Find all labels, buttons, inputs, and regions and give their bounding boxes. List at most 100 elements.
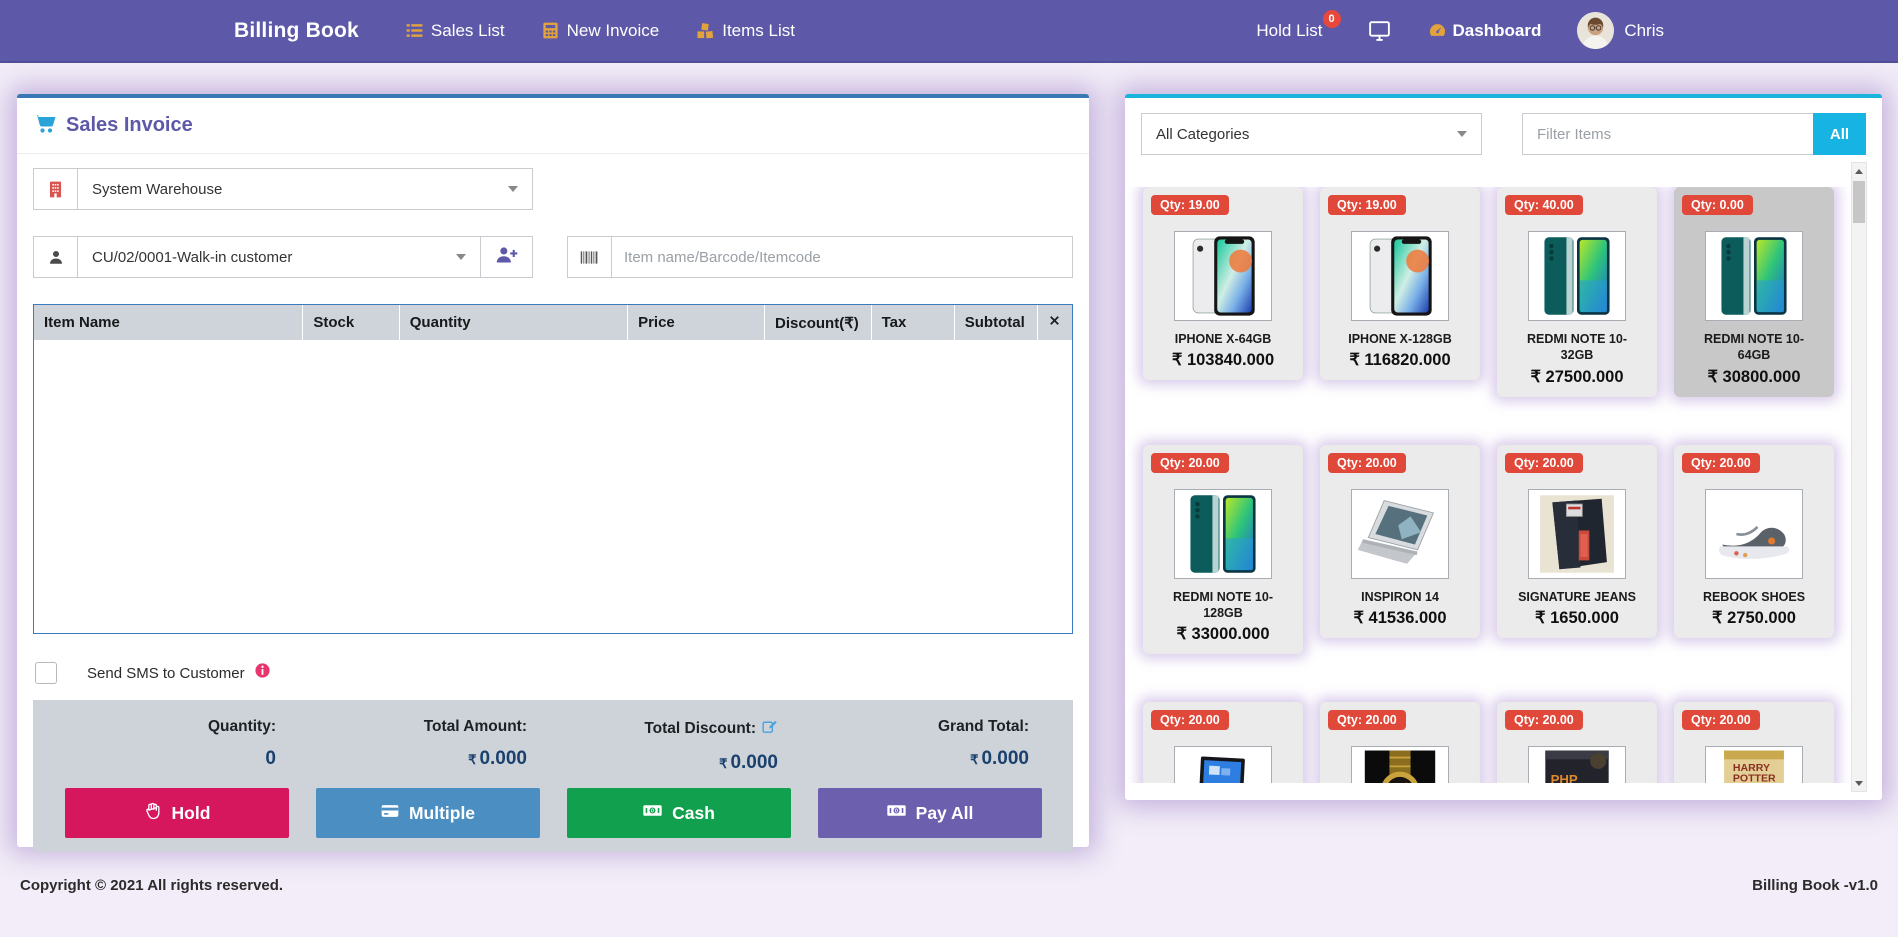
total-discount-label: Total Discount:	[644, 718, 778, 740]
products-grid: Qty: 19.00 IPHONE X-64GB ₹ 103840.000 Qty: …	[1125, 187, 1882, 783]
product-name: REDMI NOTE 10-128GB	[1149, 589, 1297, 622]
product-price: ₹ 27500.000	[1503, 367, 1651, 387]
money-bill-icon: 0	[642, 800, 663, 826]
product-card[interactable]: Qty: 20.00HARRYPOTTER	[1674, 702, 1834, 783]
svg-text:POTTER: POTTER	[1733, 772, 1776, 783]
multiple-button[interactable]: Multiple	[316, 788, 540, 838]
nav-item-items-list[interactable]: Items List	[695, 21, 795, 41]
user-plus-icon	[495, 243, 518, 271]
hand-icon	[143, 801, 163, 826]
gauge-icon	[1428, 21, 1447, 40]
warehouse-select-value: System Warehouse	[78, 181, 508, 198]
column-header: Tax	[871, 305, 954, 340]
chevron-down-icon	[508, 186, 518, 192]
product-name: REBOOK SHOES	[1680, 589, 1828, 605]
column-header: Quantity	[399, 305, 627, 340]
customer-select-value: CU/02/0001-Walk-in customer	[78, 249, 456, 266]
chevron-down-icon	[456, 254, 466, 260]
svg-text:0: 0	[895, 808, 898, 814]
product-name: IPHONE X-64GB	[1149, 331, 1297, 347]
product-card[interactable]: Qty: 20.00SIGNATURE JEANS₹ 1650.000	[1497, 445, 1657, 638]
customer-select[interactable]: CU/02/0001-Walk-in customer	[33, 236, 533, 278]
qty-badge: Qty: 19.00	[1328, 195, 1406, 215]
product-image	[1351, 489, 1449, 579]
nav-user-menu[interactable]: Chris	[1577, 12, 1664, 49]
all-filter-button[interactable]: All	[1813, 113, 1866, 155]
grand-total-value: ₹0.000	[804, 748, 1029, 770]
sales-invoice-panel: Sales Invoice System Warehouse CU/02/000…	[17, 94, 1089, 847]
user-name: Chris	[1624, 21, 1664, 41]
svg-text:0: 0	[651, 808, 654, 814]
nav-item-sales-list[interactable]: Sales List	[405, 21, 505, 41]
nav-item-new-invoice[interactable]: New Invoice	[541, 21, 660, 41]
pay-all-button[interactable]: 0Pay All	[818, 788, 1042, 838]
hold-list-label: Hold List	[1256, 21, 1322, 40]
info-icon[interactable]	[254, 662, 271, 684]
product-card[interactable]: Qty: 20.00 PHPMySQL 5	[1497, 702, 1657, 783]
clear-all-icon[interactable]	[1037, 305, 1072, 340]
product-card[interactable]: Qty: 19.00IPHONE X-64GB₹ 103840.000	[1143, 187, 1303, 380]
product-price: ₹ 116820.000	[1326, 350, 1474, 370]
product-card[interactable]: Qty: 20.00 INSPIRON 14 ₹ 41536.000	[1320, 445, 1480, 638]
qty-badge: Qty: 20.00	[1328, 710, 1406, 730]
invoice-items-table: Item NameStockQuantityPriceDiscount(₹)Ta…	[33, 304, 1073, 634]
scroll-down-icon[interactable]	[1852, 775, 1866, 791]
hold-button[interactable]: Hold	[65, 788, 289, 838]
qty-badge: Qty: 20.00	[1151, 453, 1229, 473]
product-name: INSPIRON 14	[1326, 589, 1474, 605]
invoice-header: Sales Invoice	[17, 98, 1089, 154]
product-image: PHPMySQL 5	[1528, 746, 1626, 783]
product-image	[1705, 489, 1803, 579]
cubes-icon	[695, 21, 715, 41]
product-card[interactable]: Qty: 20.00	[1143, 702, 1303, 783]
product-card[interactable]: Qty: 19.00IPHONE X-128GB₹ 116820.000	[1320, 187, 1480, 380]
svg-text:PHP: PHP	[1551, 772, 1578, 783]
edit-discount-icon[interactable]	[761, 718, 778, 740]
product-image	[1174, 231, 1272, 321]
filter-items-input[interactable]	[1522, 113, 1813, 155]
total-amount-value: ₹0.000	[302, 748, 527, 770]
app-brand[interactable]: Billing Book	[234, 19, 359, 43]
cash-button[interactable]: 0Cash	[567, 788, 791, 838]
qty-badge: Qty: 20.00	[1328, 453, 1406, 473]
product-name: SIGNATURE JEANS	[1503, 589, 1651, 605]
scroll-up-icon[interactable]	[1852, 163, 1866, 179]
money-bill-icon: 0	[886, 800, 907, 826]
warehouse-icon	[34, 169, 78, 209]
nav-item-hold-list[interactable]: Hold List 0	[1256, 21, 1330, 41]
item-search-input[interactable]	[612, 249, 1072, 266]
scrollbar-thumb[interactable]	[1853, 181, 1865, 223]
items-scrollbar[interactable]	[1851, 162, 1867, 792]
nav-links: Sales List New Invoice Items List	[405, 21, 795, 41]
product-card[interactable]: Qty: 0.00REDMI NOTE 10-64GB₹ 30800.000	[1674, 187, 1834, 397]
hold-list-badge: 0	[1323, 10, 1341, 28]
product-card[interactable]: Qty: 20.00 REDMI NOTE 10-128GB₹ 33000.000	[1143, 445, 1303, 655]
product-card[interactable]: Qty: 40.00REDMI NOTE 10-32GB₹ 27500.000	[1497, 187, 1657, 397]
column-header: Discount(₹)	[765, 305, 872, 340]
send-sms-checkbox[interactable]	[35, 662, 57, 684]
product-price: ₹ 103840.000	[1149, 350, 1297, 370]
item-search-group	[567, 236, 1073, 278]
column-header: Price	[628, 305, 765, 340]
product-image	[1351, 746, 1449, 783]
product-card[interactable]: Qty: 20.00REBOOK SHOES₹ 2750.000	[1674, 445, 1834, 638]
product-price: ₹ 33000.000	[1149, 624, 1297, 644]
category-select[interactable]: All Categories	[1141, 113, 1482, 155]
add-customer-button[interactable]	[480, 237, 532, 277]
column-header: Stock	[303, 305, 399, 340]
chevron-down-icon	[1457, 131, 1467, 137]
list-icon	[405, 21, 424, 40]
product-price: ₹ 2750.000	[1680, 608, 1828, 628]
warehouse-select[interactable]: System Warehouse	[33, 168, 533, 210]
items-panel: All Categories All Qty: 19.00 IPHONE X-64…	[1125, 94, 1882, 800]
product-image	[1705, 231, 1803, 321]
qty-badge: Qty: 20.00	[1151, 710, 1229, 730]
product-image: HARRYPOTTER	[1705, 746, 1803, 783]
pos-screen-icon[interactable]	[1367, 18, 1392, 43]
nav-item-dashboard[interactable]: Dashboard	[1428, 21, 1542, 41]
grand-total-label: Grand Total:	[938, 718, 1029, 736]
qty-badge: Qty: 20.00	[1505, 710, 1583, 730]
qty-badge: Qty: 40.00	[1505, 195, 1583, 215]
product-card[interactable]: Qty: 20.00	[1320, 702, 1480, 783]
product-price: ₹ 41536.000	[1326, 608, 1474, 628]
